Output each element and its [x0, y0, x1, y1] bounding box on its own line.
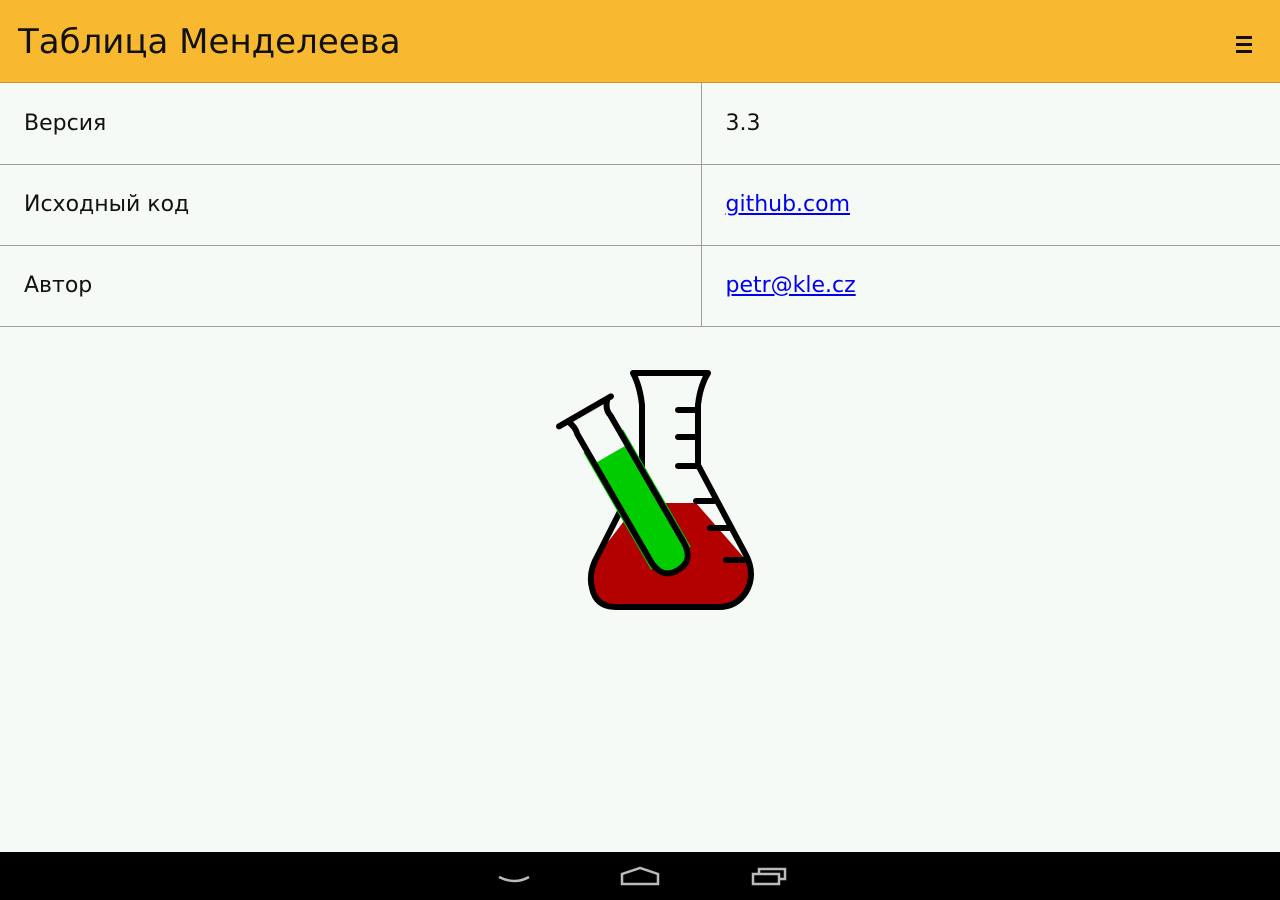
hamburger-menu-icon	[1236, 36, 1252, 39]
author-label: Автор	[0, 245, 702, 326]
hamburger-menu-icon-line	[1236, 43, 1252, 46]
hamburger-menu-icon-line	[1236, 50, 1252, 53]
source-label: Исходный код	[0, 164, 702, 245]
source-link[interactable]: github.com	[726, 192, 851, 217]
author-email-link[interactable]: petr@kle.cz	[726, 273, 856, 298]
back-icon[interactable]	[490, 860, 540, 894]
source-cell: github.com	[701, 164, 1280, 245]
table-row-version: Версия 3.3	[0, 83, 1280, 164]
version-label: Версия	[0, 83, 702, 164]
system-nav-bar	[0, 852, 1280, 900]
table-row-author: Автор petr@kle.cz	[0, 245, 1280, 326]
menu-button[interactable]	[1230, 30, 1258, 58]
table-row-source: Исходный код github.com	[0, 164, 1280, 245]
info-table: Версия 3.3 Исходный код github.com Автор…	[0, 83, 1280, 327]
app-bar: Таблица Менделеева	[0, 0, 1280, 83]
chemistry-flask-test-tube-icon	[556, 370, 754, 611]
author-cell: petr@kle.cz	[701, 245, 1280, 326]
version-value: 3.3	[725, 110, 761, 136]
home-icon[interactable]	[615, 860, 665, 894]
app-title: Таблица Менделеева	[18, 22, 401, 62]
recent-apps-icon[interactable]	[745, 860, 795, 894]
